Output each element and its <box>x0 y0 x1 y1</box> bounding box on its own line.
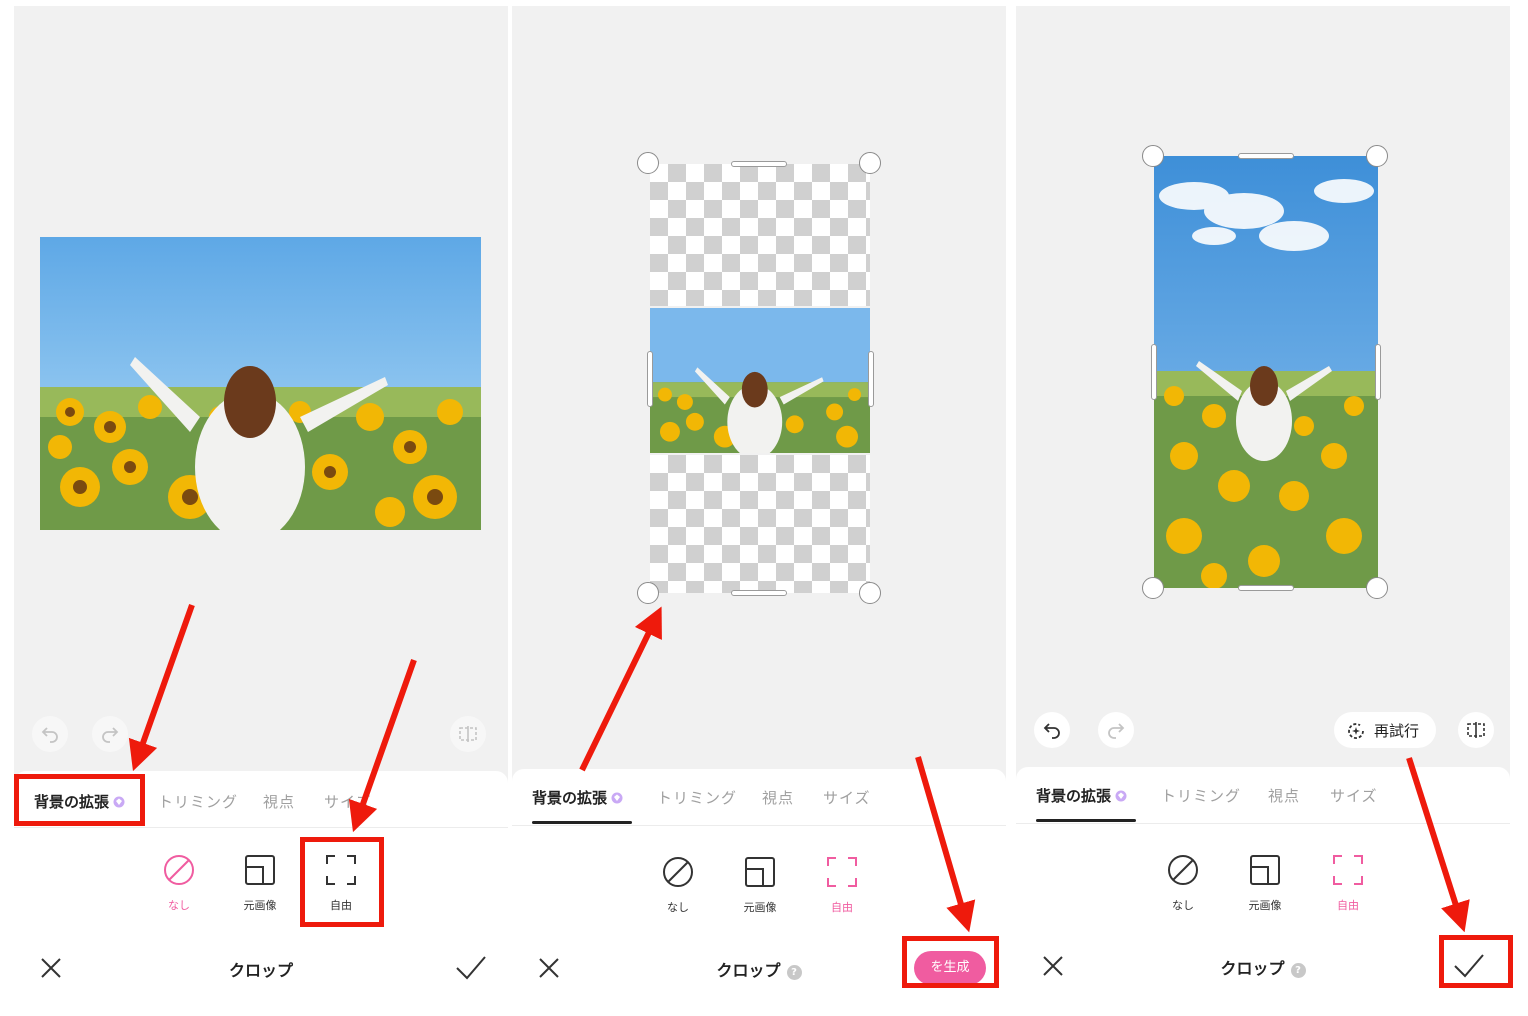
tab-expand-label: 背景の拡張 <box>532 789 608 807</box>
photo-in-canvas <box>650 308 870 453</box>
free-crop-icon <box>827 857 857 887</box>
slash-circle-icon <box>1168 855 1198 885</box>
compare-icon <box>1467 722 1485 738</box>
retry-sparkle-icon <box>1348 723 1364 739</box>
undo-button[interactable] <box>1034 712 1070 748</box>
highlight-expand-tab <box>14 774 145 826</box>
undo-icon <box>41 727 58 743</box>
tab-perspective[interactable]: 視点 <box>263 791 295 812</box>
crop-edge-left[interactable] <box>1151 344 1157 400</box>
crop-edge-top[interactable] <box>731 161 787 167</box>
option-free-label: 自由 <box>1337 899 1359 912</box>
redo-icon <box>1108 723 1125 739</box>
crop-title: クロップ? <box>1016 955 1510 979</box>
option-none[interactable]: なし <box>648 855 708 915</box>
tab-perspective[interactable]: 視点 <box>1268 785 1300 806</box>
help-icon[interactable]: ? <box>1290 963 1306 978</box>
tab-perspective[interactable]: 視点 <box>762 787 794 808</box>
option-none-label: なし <box>168 899 190 912</box>
compare-button[interactable] <box>450 716 486 752</box>
undo-button[interactable] <box>32 716 68 752</box>
highlight-generate-button <box>902 936 999 988</box>
gem-icon <box>611 792 623 804</box>
option-original[interactable]: 元画像 <box>1235 853 1295 913</box>
compare-button[interactable] <box>1458 712 1494 748</box>
tab-expand[interactable]: 背景の拡張 <box>532 787 623 808</box>
option-free-label: 自由 <box>831 901 853 914</box>
crop-title-text: クロップ <box>1220 959 1285 978</box>
transparent-area-bottom <box>650 455 870 593</box>
bottom-bar: クロップ? <box>1016 945 1510 989</box>
tab-size[interactable]: サイズ <box>324 791 372 812</box>
photo-original <box>40 237 481 530</box>
option-none-label: なし <box>667 901 689 914</box>
option-original-label: 元画像 <box>243 899 277 912</box>
compare-icon <box>459 726 477 742</box>
crop-handle-top-left[interactable] <box>1142 145 1164 167</box>
highlight-confirm-check <box>1439 935 1513 988</box>
tab-expand[interactable]: 背景の拡張 <box>1036 785 1127 806</box>
crop-handle-bottom-left[interactable] <box>1142 577 1164 599</box>
crop-title-text: クロップ <box>716 961 781 980</box>
option-original-label: 元画像 <box>1248 899 1282 912</box>
active-tab-indicator <box>1036 819 1136 822</box>
crop-handle-bottom-left[interactable] <box>637 582 659 604</box>
redo-icon <box>102 727 119 743</box>
original-ratio-icon <box>245 855 275 885</box>
bottom-bar: クロップ <box>14 947 508 991</box>
retry-label: 再試行 <box>1374 722 1420 740</box>
tab-trim[interactable]: トリミング <box>158 791 238 812</box>
original-ratio-icon <box>745 857 775 887</box>
crop-handle-top-right[interactable] <box>859 152 881 174</box>
option-free[interactable]: 自由 <box>812 855 872 915</box>
crop-handle-top-left[interactable] <box>637 152 659 174</box>
screen-expand-canvas: 背景の拡張 トリミング 視点 サイズ なし 元画像 自由 クロップ? を生成 <box>512 6 1006 1016</box>
tab-expand-label: 背景の拡張 <box>1036 787 1112 805</box>
active-tab-indicator <box>532 821 632 824</box>
crop-title: クロップ <box>14 957 508 981</box>
crop-edge-right[interactable] <box>868 351 874 407</box>
help-icon[interactable]: ? <box>786 965 802 980</box>
slash-circle-icon <box>164 855 194 885</box>
crop-title-text: クロップ <box>228 961 293 980</box>
check-icon[interactable] <box>454 953 488 983</box>
option-none[interactable]: なし <box>149 853 209 913</box>
tab-size[interactable]: サイズ <box>823 787 871 808</box>
crop-edge-top[interactable] <box>1238 153 1294 159</box>
crop-handle-top-right[interactable] <box>1366 145 1388 167</box>
option-free[interactable]: 自由 <box>1318 853 1378 913</box>
transparent-area-top <box>650 164 870 306</box>
option-original[interactable]: 元画像 <box>730 855 790 915</box>
crop-handle-bottom-right[interactable] <box>1366 577 1388 599</box>
tab-bar: 背景の拡張 トリミング 視点 サイズ <box>1016 767 1510 824</box>
tab-size[interactable]: サイズ <box>1330 785 1378 806</box>
gem-icon <box>1115 790 1127 802</box>
crop-handle-bottom-right[interactable] <box>859 582 881 604</box>
highlight-free-option <box>300 837 384 927</box>
bottom-sheet: 背景の拡張 トリミング 視点 サイズ なし 元画像 自由 クロップ? <box>1016 767 1510 1016</box>
screen-before: 背景の拡張 トリミング 視点 サイズ なし 元画像 自由 クロップ <box>14 6 508 1016</box>
option-original-label: 元画像 <box>743 901 777 914</box>
retry-button[interactable]: 再試行 <box>1334 712 1436 748</box>
redo-button[interactable] <box>92 716 128 752</box>
option-original[interactable]: 元画像 <box>230 853 290 913</box>
crop-edge-right[interactable] <box>1375 344 1381 400</box>
crop-edge-bottom[interactable] <box>731 590 787 596</box>
redo-button[interactable] <box>1098 712 1134 748</box>
slash-circle-icon <box>663 857 693 887</box>
crop-edge-bottom[interactable] <box>1238 585 1294 591</box>
option-none-label: なし <box>1172 899 1194 912</box>
tab-trim[interactable]: トリミング <box>1161 785 1241 806</box>
screen-generated: 再試行 背景の拡張 トリミング 視点 サイズ なし 元画像 自由 クロップ? <box>1016 6 1510 1016</box>
photo-generated <box>1154 156 1378 588</box>
tab-trim[interactable]: トリミング <box>657 787 737 808</box>
tab-bar: 背景の拡張 トリミング 視点 サイズ <box>512 769 1006 826</box>
original-ratio-icon <box>1250 855 1280 885</box>
option-none[interactable]: なし <box>1153 853 1213 913</box>
crop-edge-left[interactable] <box>647 351 653 407</box>
free-crop-icon <box>1333 855 1363 885</box>
undo-icon <box>1043 723 1060 739</box>
